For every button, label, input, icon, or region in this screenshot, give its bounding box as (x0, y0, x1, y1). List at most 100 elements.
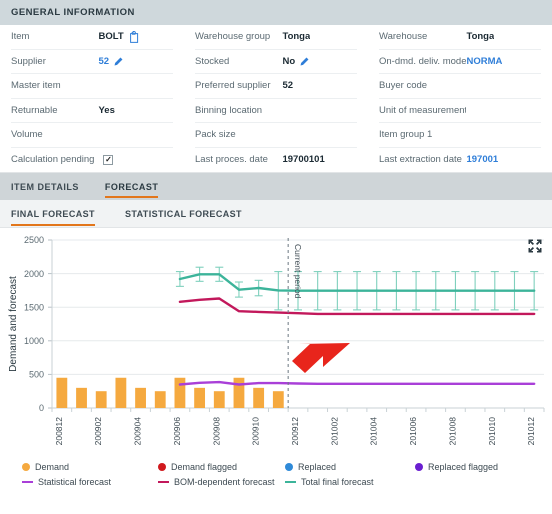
current-period-label: Current period (293, 244, 303, 299)
x-axis-tick-label: 200912 (290, 417, 300, 446)
info-label: Calculation pending (11, 154, 95, 166)
demand-bar[interactable] (253, 387, 265, 408)
info-label: Master item (11, 80, 61, 92)
x-axis-tick-label: 200904 (133, 417, 143, 446)
forecast-chart: 0 500 1000 1500 2000 2500 Demand and forecast C… (8, 235, 545, 446)
secondary-tab-bar: FINAL FORECAST STATISTICAL FORECAST (0, 200, 552, 228)
demand-bar[interactable] (76, 387, 87, 408)
copy-icon[interactable] (129, 30, 140, 43)
info-row: Warehouse group Tonga (195, 25, 357, 50)
tab-forecast[interactable]: FORECAST (104, 173, 173, 200)
info-value: 19700101 (282, 154, 324, 165)
expand-fullscreen-icon[interactable] (528, 239, 542, 253)
pencil-icon[interactable] (300, 57, 309, 66)
legend-dot-marker (22, 462, 30, 471)
info-row: Buyer code (379, 74, 541, 99)
legend-line-marker (22, 480, 33, 483)
info-row: Unit of measurement (379, 99, 541, 123)
statistical-forecast-line[interactable] (178, 380, 536, 386)
general-information-grid: Item BOLT Supplier 52 Master item Returnable Y… (0, 25, 552, 173)
info-label: Last proces. date (195, 154, 268, 166)
legend-item[interactable]: Demand flagged (158, 462, 237, 472)
y-axis-tick-label: 500 (29, 370, 44, 380)
legend-label: Statistical forecast (38, 476, 112, 487)
legend-row-lines: Statistical forecast BOM-dependent foreca… (22, 475, 552, 488)
forecast-chart-panel: 0 500 1000 1500 2000 2500 Demand and forecast C… (0, 228, 552, 456)
info-value: ✓ (98, 154, 114, 165)
legend-item[interactable]: Demand (22, 462, 69, 472)
legend-label: Replaced flagged (428, 461, 499, 472)
demand-bar[interactable] (154, 391, 166, 408)
tab-statistical-forecast[interactable]: STATISTICAL FORECAST (125, 200, 258, 227)
info-value-text: No (282, 55, 296, 67)
info-label: Binning location (195, 104, 263, 116)
info-value[interactable]: 197001 (466, 154, 498, 165)
legend-item[interactable]: Statistical forecast (22, 477, 111, 487)
info-row: Master item (11, 74, 173, 99)
demand-bar[interactable] (56, 377, 68, 408)
legend-item[interactable]: BOM-dependent forecast (158, 477, 275, 487)
tab-label: ITEM DETAILS (11, 181, 79, 192)
tab-final-forecast[interactable]: FINAL FORECAST (11, 200, 111, 227)
legend-item[interactable]: Replaced (285, 462, 336, 472)
info-value-text: 19700101 (282, 154, 325, 166)
pencil-icon[interactable] (114, 57, 123, 66)
x-axis-tick-label: 201004 (369, 417, 379, 446)
info-row: On-dmd. deliv. mode NORMA (379, 50, 541, 74)
info-row: Last extraction date 197001 (379, 148, 541, 173)
demand-bar[interactable] (174, 377, 186, 408)
x-axis-tick-label: 201012 (526, 417, 536, 446)
x-axis-tick-label: 200812 (54, 417, 64, 446)
demand-bar[interactable] (272, 391, 284, 408)
demand-bar[interactable] (135, 387, 146, 408)
y-axis-tick-label: 0 (39, 403, 44, 413)
info-column-2: Warehouse group Tonga Stocked No Preferred s… (184, 25, 368, 172)
info-value: No (282, 56, 309, 67)
legend-dot-marker (285, 462, 293, 471)
x-axis-tick-label: 200902 (93, 417, 103, 446)
tab-label: FORECAST (104, 181, 159, 192)
x-axis-tick-label: 201008 (447, 417, 457, 446)
demand-bar[interactable] (194, 387, 206, 408)
calculation-pending-checkbox[interactable]: ✓ (103, 154, 114, 165)
info-row: Pack size (195, 123, 357, 148)
demand-bar[interactable] (115, 377, 127, 408)
legend-dot-marker (415, 462, 423, 471)
x-axis-tick-label: 200910 (251, 417, 261, 446)
demand-bar[interactable] (213, 391, 225, 408)
info-value-text: 197001 (466, 154, 499, 166)
info-value-text: Yes (98, 104, 115, 116)
tab-label: STATISTICAL FORECAST (124, 208, 242, 219)
info-value: 52 (282, 80, 293, 91)
chart-legend: Demand Demand flagged Replaced Replaced fla… (0, 456, 552, 488)
legend-label: Total final forecast (301, 476, 374, 487)
info-label: Item (11, 31, 30, 43)
info-row: Preferred supplier 52 (195, 74, 357, 99)
info-value[interactable]: NORMA (466, 56, 502, 67)
demand-bar[interactable] (95, 391, 107, 408)
info-label: Last extraction date (379, 154, 462, 166)
info-value[interactable]: 52 (98, 56, 123, 67)
x-axis-tick-label: 201010 (487, 417, 497, 446)
x-axis-tick-label: 200908 (211, 417, 221, 446)
y-axis-title: Demand and forecast (8, 276, 19, 372)
demand-bar[interactable] (233, 377, 245, 408)
tab-item-details[interactable]: ITEM DETAILS (11, 173, 93, 200)
info-label: Supplier (11, 55, 46, 67)
info-column-3: Warehouse Tonga On-dmd. deliv. mode NORMA Bu… (368, 25, 552, 172)
primary-tab-bar: ITEM DETAILS FORECAST (0, 173, 552, 200)
legend-line-marker (158, 480, 169, 483)
info-label: Stocked (195, 55, 230, 67)
general-information-title: GENERAL INFORMATION (11, 7, 135, 18)
info-label: On-dmd. deliv. mode (379, 55, 467, 67)
legend-item[interactable]: Replaced flagged (415, 462, 498, 472)
legend-item[interactable]: Total final forecast (285, 477, 374, 487)
info-row: Item group 1 (379, 123, 541, 148)
info-value: Tonga (282, 31, 310, 42)
x-axis-tick-label: 201006 (408, 417, 418, 446)
legend-label: Demand flagged (171, 461, 238, 472)
info-value: BOLT (98, 30, 140, 43)
y-axis-tick-label: 2500 (24, 235, 44, 245)
general-information-header: GENERAL INFORMATION (0, 0, 552, 25)
info-row: Warehouse Tonga (379, 25, 541, 50)
